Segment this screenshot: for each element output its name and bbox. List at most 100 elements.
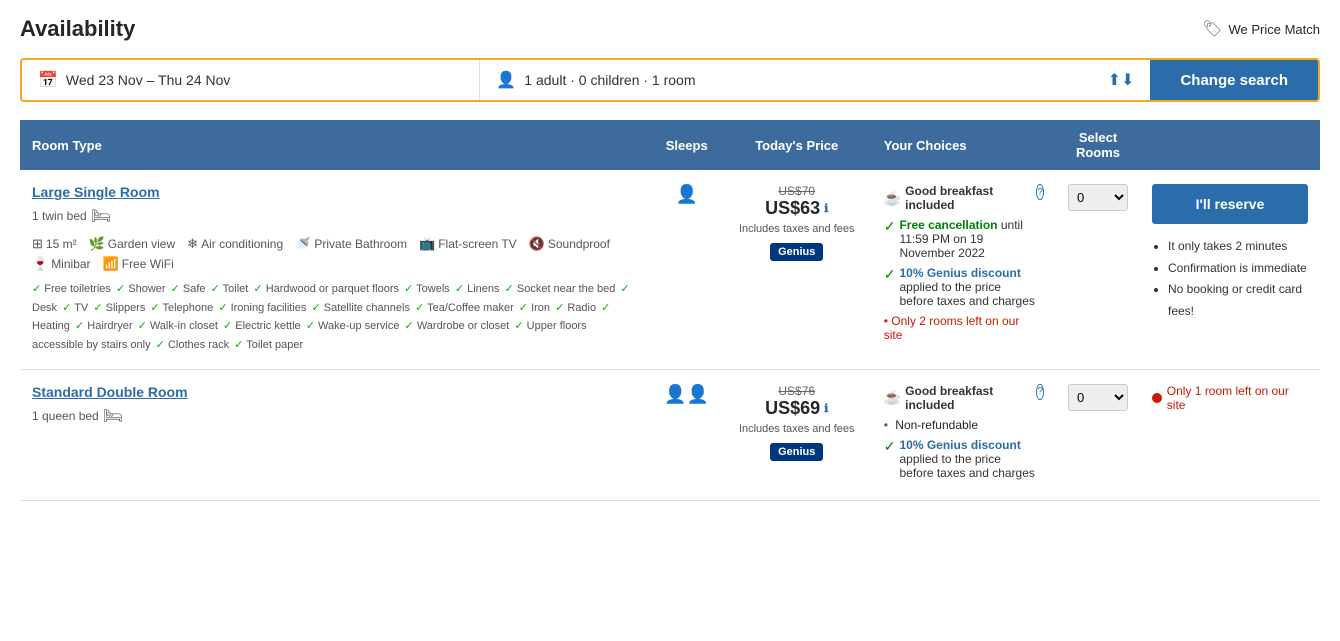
help-icon[interactable]: ? <box>1036 384 1044 400</box>
feature-item: ✓ Satellite channels <box>311 302 410 314</box>
amenity-item: 🚿 Private Bathroom <box>295 236 407 252</box>
person-icon: 👤 <box>676 184 698 204</box>
check-icon: ✓ <box>253 283 262 295</box>
sleeps-cell: 👤 <box>652 170 722 369</box>
tag-icon: 🏷 <box>1202 19 1222 39</box>
feature-item: ✓ Iron <box>519 302 550 314</box>
check-icon: ✓ <box>884 218 896 235</box>
feature-item: ✓ Clothes rack <box>156 339 229 351</box>
check-icon: ✓ <box>93 302 102 314</box>
check-icon: ✓ <box>62 302 71 314</box>
benefit-item: It only takes 2 minutes <box>1168 236 1308 258</box>
benefits-list: It only takes 2 minutesConfirmation is i… <box>1152 236 1308 322</box>
check-icon: ✓ <box>116 283 125 295</box>
price-info-icon[interactable]: ℹ <box>824 402 828 415</box>
price-cell: US$70 US$63 ℹ Includes taxes and fees Ge… <box>722 170 872 369</box>
bed-info: 1 twin bed 🛏 <box>32 206 640 226</box>
amenity-item: 🍷 Minibar <box>32 256 91 272</box>
amenity-item: 📶 Free WiFi <box>103 256 174 272</box>
amenity-item: ❄ Air conditioning <box>187 236 283 252</box>
non-refundable-info: • Non-refundable <box>884 418 1037 432</box>
feature-item: ✓ Toilet <box>211 283 249 295</box>
bed-icon: 🛏 <box>103 406 123 426</box>
features-list: ✓ Free toiletries ✓ Shower ✓ Safe ✓ Toil… <box>32 280 640 355</box>
table-row: Standard Double Room 1 queen bed 🛏 👤👤 US… <box>20 369 1320 500</box>
feature-item: ✓ Shower <box>116 283 166 295</box>
check-icon: ✓ <box>234 339 243 351</box>
help-icon[interactable]: ? <box>1036 184 1044 200</box>
breakfast-info: ☕ Good breakfast included <box>884 184 1037 212</box>
guests-stepper[interactable]: ⬆⬇ <box>1108 70 1135 90</box>
check-icon: ✓ <box>601 302 610 314</box>
feature-item: ✓ Safe <box>171 283 206 295</box>
room-type-cell: Standard Double Room 1 queen bed 🛏 <box>20 369 652 500</box>
room-type-header: Room Type <box>20 120 652 170</box>
room-name-link[interactable]: Standard Double Room <box>32 384 640 400</box>
check-icon: ✓ <box>150 302 159 314</box>
feature-item: ✓ Socket near the bed <box>505 283 616 295</box>
feature-item: ✓ Slippers <box>93 302 145 314</box>
search-bar: 📅 Wed 23 Nov – Thu 24 Nov 👤 1 adult · 0 … <box>20 58 1320 102</box>
current-price: US$69 ℹ <box>734 398 860 419</box>
change-search-button[interactable]: Change search <box>1150 60 1318 100</box>
reserve-cell: I'll reserve It only takes 2 minutesConf… <box>1140 170 1320 369</box>
date-range-field[interactable]: 📅 Wed 23 Nov – Thu 24 Nov <box>22 60 480 100</box>
check-icon: ✓ <box>311 302 320 314</box>
breakfast-info: ☕ Good breakfast included <box>884 384 1037 412</box>
room-quantity-select[interactable]: 0123 <box>1068 184 1128 211</box>
select-rooms-header: Select Rooms <box>1056 120 1140 170</box>
feature-item: ✓ Toilet paper <box>234 339 303 351</box>
breakfast-icon: ☕ <box>884 389 901 406</box>
reserve-button[interactable]: I'll reserve <box>1152 184 1308 224</box>
feature-item: ✓ Walk-in closet <box>138 320 218 332</box>
check-icon: ✓ <box>884 438 896 455</box>
choices-header: Your Choices <box>872 120 1056 170</box>
check-icon: ✓ <box>306 320 315 332</box>
amenity-size: ⊞ 15 m² <box>32 236 77 252</box>
price-cell: US$76 US$69 ℹ Includes taxes and fees Ge… <box>722 369 872 500</box>
amenity-item: 🔇 Soundproof <box>529 236 610 252</box>
reserve-cell: Only 1 room left on our site <box>1140 369 1320 500</box>
check-icon: ✓ <box>405 320 414 332</box>
check-icon: ✓ <box>455 283 464 295</box>
free-cancel-info: ✓ Free cancellation until 11:59 PM on 19… <box>884 218 1037 260</box>
guests-field[interactable]: 👤 1 adult · 0 children · 1 room ⬆⬇ <box>480 60 1150 100</box>
feature-item: ✓ Wardrobe or closet <box>405 320 510 332</box>
date-range-value: Wed 23 Nov – Thu 24 Nov <box>66 72 230 88</box>
check-icon: ✓ <box>171 283 180 295</box>
current-price: US$63 ℹ <box>734 198 860 219</box>
breakfast-icon: ☕ <box>884 190 901 207</box>
benefit-item: No booking or credit card fees! <box>1168 279 1308 322</box>
reserve-header <box>1140 120 1320 170</box>
bed-icon: 🛏 <box>91 206 111 226</box>
feature-item: ✓ Electric kettle <box>223 320 301 332</box>
person-icon: 👤 <box>687 384 709 404</box>
check-icon: ✓ <box>514 320 523 332</box>
feature-item: ✓ Hardwood or parquet floors <box>253 283 399 295</box>
rooms-left-badge: Only 1 room left on our site <box>1152 384 1308 412</box>
feature-item: ✓ Radio <box>555 302 596 314</box>
check-icon: ✓ <box>404 283 413 295</box>
feature-item: ✓ Wake-up service <box>306 320 400 332</box>
genius-badge: Genius <box>770 243 823 261</box>
person-icon: 👤 <box>496 70 516 90</box>
room-name-link[interactable]: Large Single Room <box>32 184 640 200</box>
check-icon: ✓ <box>156 339 165 351</box>
feature-item: ✓ Linens <box>455 283 500 295</box>
page-title: Availability <box>20 16 135 42</box>
person-icon: 👤 <box>664 384 686 404</box>
includes-text: Includes taxes and fees <box>734 423 860 435</box>
rooms-left-info: • Only 2 rooms left on our site <box>884 314 1037 342</box>
benefit-item: Confirmation is immediate <box>1168 258 1308 280</box>
select-rooms-cell: 0123 <box>1056 369 1140 500</box>
sleeps-header: Sleeps <box>652 120 722 170</box>
calendar-icon: 📅 <box>38 70 58 90</box>
page-header: Availability 🏷 We Price Match <box>20 16 1320 42</box>
choices-cell: ☕ Good breakfast included • Non-refundab… <box>872 369 1056 500</box>
price-header: Today's Price <box>722 120 872 170</box>
check-icon: ✓ <box>218 302 227 314</box>
room-quantity-select[interactable]: 0123 <box>1068 384 1128 411</box>
price-match: 🏷 We Price Match <box>1202 19 1320 39</box>
check-icon: ✓ <box>620 283 629 295</box>
price-info-icon[interactable]: ℹ <box>824 202 828 215</box>
